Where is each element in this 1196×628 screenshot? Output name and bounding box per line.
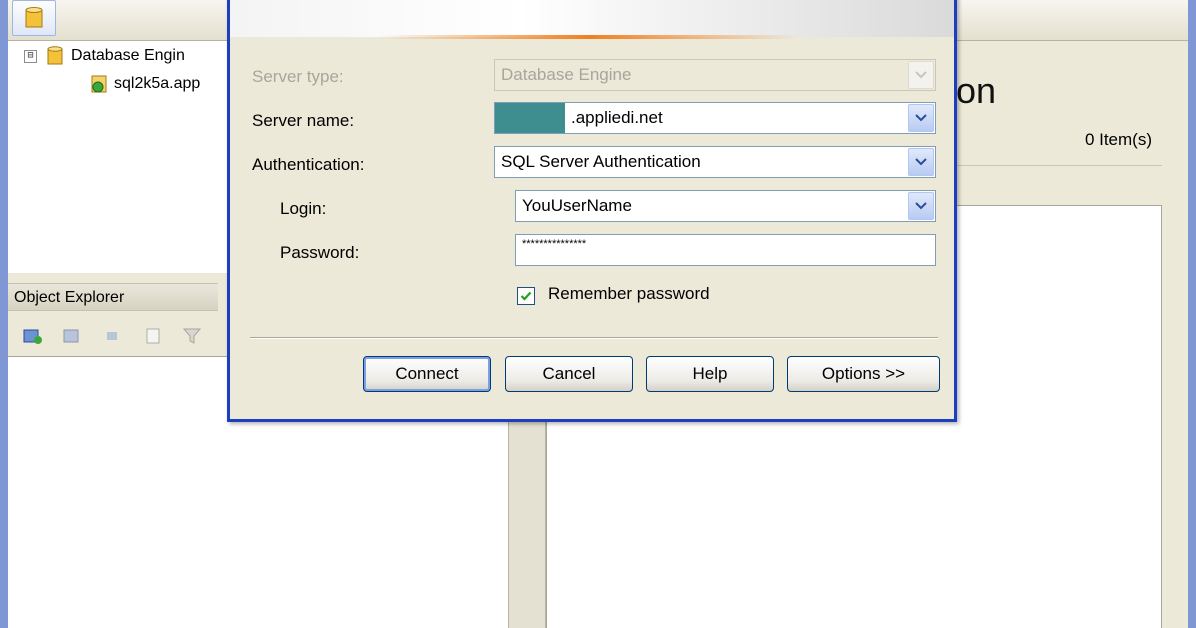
chevron-down-icon[interactable] <box>908 192 934 220</box>
password-label: Password: <box>280 243 360 262</box>
server-type-value: Database Engine <box>501 65 632 84</box>
authentication-value: SQL Server Authentication <box>501 152 701 171</box>
tree-item-database-engine[interactable]: ⊟ Database Engin <box>24 46 185 66</box>
login-value: YouUserName <box>522 196 632 215</box>
tree-item-label: sql2k5a.app <box>114 75 201 92</box>
remember-password-label[interactable]: Remember password <box>548 284 710 304</box>
connect-icon[interactable] <box>22 326 44 346</box>
options-button[interactable]: Options >> <box>787 356 940 392</box>
chevron-down-icon[interactable] <box>908 61 934 89</box>
tree-item-label: Database Engin <box>71 47 185 64</box>
tree-item-server[interactable]: sql2k5a.app <box>90 74 200 94</box>
chevron-down-icon[interactable] <box>908 104 934 132</box>
stop-icon[interactable] <box>104 326 120 346</box>
database-icon <box>47 46 63 65</box>
server-type-label: Server type: <box>252 67 344 86</box>
page-title: on <box>956 70 997 111</box>
database-icon <box>25 7 43 28</box>
dialog-divider <box>250 337 938 339</box>
login-combo[interactable]: YouUserName <box>515 190 936 222</box>
server-name-label: Server name: <box>252 111 355 130</box>
connect-button[interactable]: Connect <box>363 356 491 392</box>
ssms-window: ⊟ Database Engin sql2k5a.app Object Expl… <box>8 0 1188 628</box>
password-value: *************** <box>522 238 587 250</box>
object-explorer-toolbar <box>8 312 218 356</box>
registered-servers-pane: ⊟ Database Engin sql2k5a.app <box>8 41 230 273</box>
dialog-banner <box>230 0 954 37</box>
registered-servers-button[interactable] <box>12 0 56 36</box>
authentication-label: Authentication: <box>252 155 365 174</box>
cancel-button[interactable]: Cancel <box>505 356 633 392</box>
filter-icon[interactable] <box>182 326 202 346</box>
remember-password-checkbox[interactable] <box>517 287 535 305</box>
divider <box>948 165 1162 166</box>
banner-accent <box>380 35 800 39</box>
object-explorer-header: Object Explorer <box>8 283 218 311</box>
help-button[interactable]: Help <box>646 356 774 392</box>
collapse-toggle[interactable]: ⊟ <box>24 49 37 63</box>
items-count: 0 Item(s) <box>1084 130 1152 149</box>
disconnect-icon[interactable] <box>62 326 84 346</box>
connect-to-server-dialog: Server type: Database Engine Server name… <box>227 0 957 422</box>
checkmark-icon <box>520 291 532 301</box>
chevron-down-icon[interactable] <box>908 148 934 176</box>
server-name-value: .appliedi.net <box>571 108 663 127</box>
server-icon <box>91 75 107 93</box>
server-type-select[interactable]: Database Engine <box>494 59 936 91</box>
refresh-icon[interactable] <box>144 326 162 346</box>
authentication-select[interactable]: SQL Server Authentication <box>494 146 936 178</box>
login-label: Login: <box>280 199 327 218</box>
password-field[interactable]: *************** <box>515 234 936 266</box>
server-name-combo[interactable]: .appliedi.net <box>494 102 936 134</box>
object-explorer-title: Object Explorer <box>14 289 125 306</box>
redacted-area <box>495 103 565 133</box>
